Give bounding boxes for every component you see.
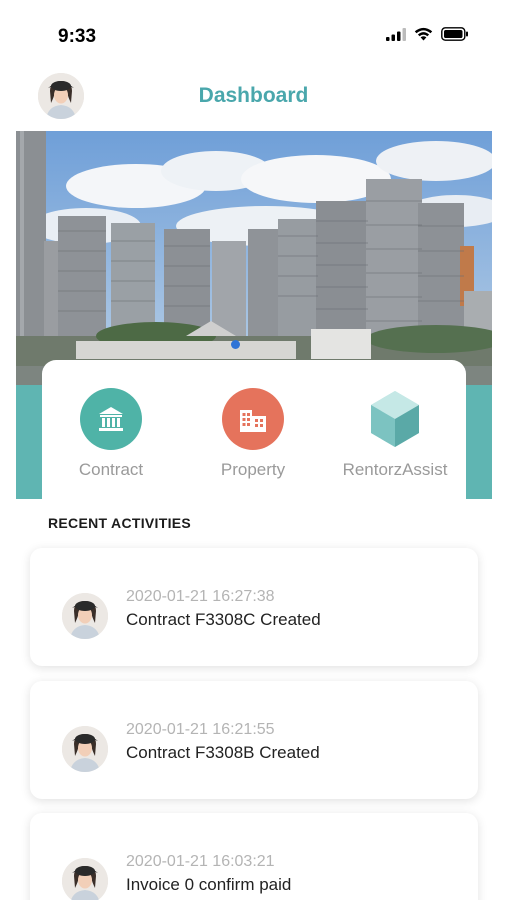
activity-text: Contract F3308C Created [126, 610, 321, 629]
buildings-icon [222, 388, 284, 450]
quick-action-rentorzassist[interactable]: RentorzAssist [330, 388, 460, 480]
quick-action-label: Contract [78, 460, 144, 479]
activity-text: Contract F3308B Created [126, 743, 320, 762]
carousel-indicator[interactable] [231, 340, 240, 349]
activity-avatar [62, 726, 108, 772]
activity-text: Invoice 0 confirm paid [126, 875, 292, 894]
wifi-icon [414, 27, 433, 41]
quick-action-label: RentorzAssist [342, 460, 448, 479]
quick-action-contract[interactable]: Contract [46, 388, 176, 480]
activity-card[interactable]: 2020-01-21 16:03:21 Invoice 0 confirm pa… [30, 813, 478, 900]
header: Dashboard [0, 70, 507, 125]
status-time: 9:33 [58, 26, 97, 47]
quick-actions-card: Contract Property RentorzAssist [42, 360, 466, 499]
signal-icon [386, 27, 406, 41]
activity-card[interactable]: 2020-01-21 16:27:38 Contract F3308C Crea… [30, 548, 478, 666]
battery-icon [441, 27, 468, 41]
activity-avatar [62, 858, 108, 900]
activity-time: 2020-01-21 16:21:55 [126, 721, 275, 738]
activity-time: 2020-01-21 16:27:38 [126, 588, 275, 605]
page-title: Dashboard [198, 84, 309, 107]
quick-action-property[interactable]: Property [188, 388, 318, 480]
activity-time: 2020-01-21 16:03:21 [126, 853, 275, 870]
activity-card[interactable]: 2020-01-21 16:21:55 Contract F3308B Crea… [30, 681, 478, 799]
hexagon-icon [364, 388, 426, 450]
quick-action-label: Property [220, 460, 286, 479]
activity-avatar [62, 593, 108, 639]
status-icons [386, 27, 469, 41]
bank-icon [80, 388, 142, 450]
section-title: RECENT ACTIVITIES [48, 515, 192, 531]
status-bar: 9:33 [0, 0, 507, 70]
building-photo [16, 131, 492, 385]
